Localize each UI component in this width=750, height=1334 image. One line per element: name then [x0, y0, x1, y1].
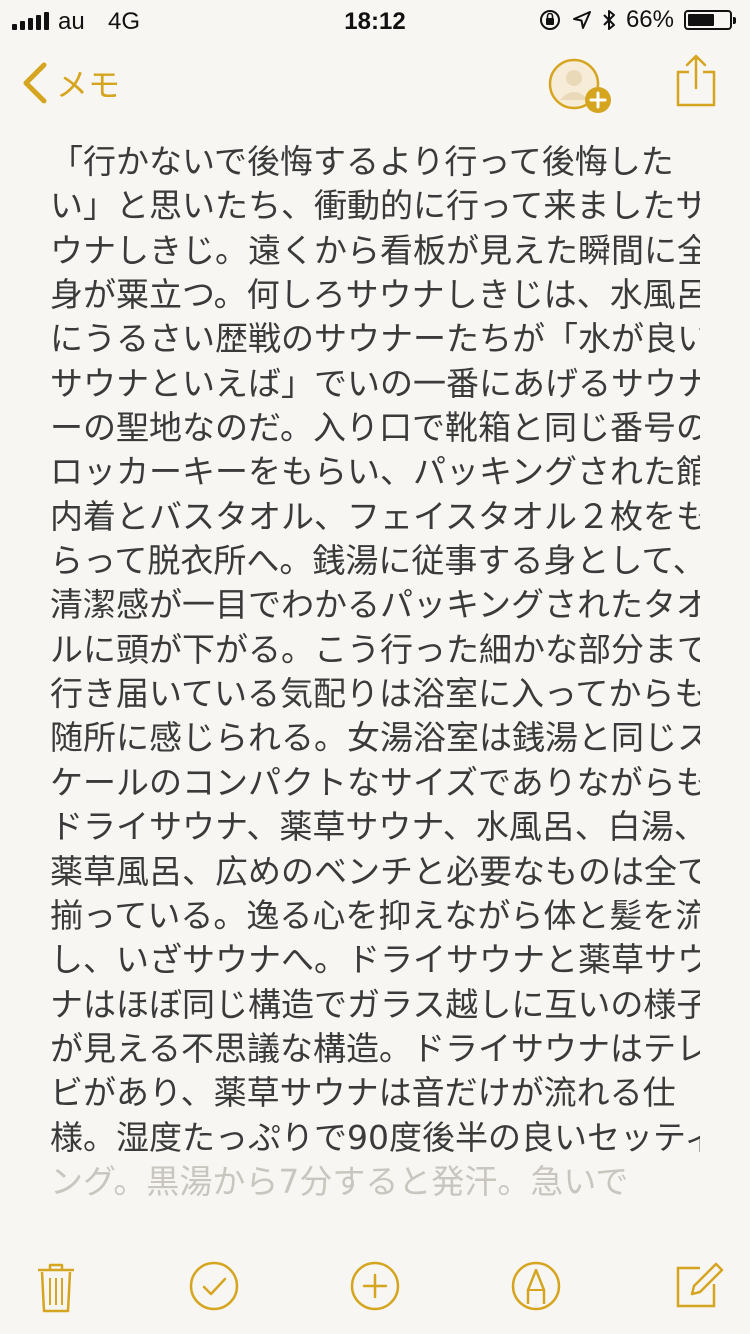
- plus-circle-icon: [350, 1261, 400, 1311]
- back-button[interactable]: メモ: [20, 60, 120, 106]
- note-line: が見える不思議な構造。ドライサウナはテレ: [50, 1028, 700, 1068]
- note-line-behind-toolbar: ング。黒湯から7分すると発汗。急いで: [50, 1161, 629, 1201]
- chevron-left-icon: [23, 62, 47, 104]
- add-button[interactable]: [349, 1260, 401, 1316]
- status-bar: au 4G 18:12 66%: [0, 0, 750, 40]
- back-label: メモ: [56, 67, 121, 103]
- share-icon: [676, 54, 716, 107]
- note-line: い」と思いたち、衝動的に行って来ましたサ: [50, 186, 700, 226]
- compose-icon: [676, 1262, 724, 1308]
- pen-circle-icon: [511, 1261, 561, 1311]
- add-person-icon: [548, 58, 611, 113]
- note-line: 様。湿度たっぷりで90度後半の良いセッティ: [50, 1117, 700, 1157]
- note-line: ナはほぼ同じ構造でガラス越しに互いの様子: [50, 984, 700, 1024]
- rotation-lock-icon: [539, 10, 560, 30]
- bottom-toolbar: [0, 1250, 750, 1334]
- location-arrow-icon: [572, 11, 591, 29]
- note-line: 清潔感が一目でわかるパッキングされたタオ: [50, 585, 700, 625]
- battery-percent: 66%: [625, 6, 674, 33]
- checkmark-circle-icon: [189, 1261, 239, 1311]
- sketch-button[interactable]: [510, 1260, 562, 1316]
- navigation-bar: メモ: [0, 48, 750, 128]
- note-line: サウナといえば」でいの一番にあげるサウナ: [50, 363, 700, 403]
- trash-icon: [38, 1263, 74, 1313]
- bluetooth-icon: [603, 10, 615, 30]
- share-button[interactable]: [674, 54, 718, 112]
- note-body[interactable]: 「行かないで後悔するより行って後悔した い」と思いたち、衝動的に行って来ましたサウ…: [50, 140, 700, 1250]
- note-line: ロッカーキーをもらい、パッキングされた館: [50, 452, 700, 492]
- note-line: にうるさい歴戦のサウナーたちが「水が良い: [50, 319, 700, 359]
- note-line: ーの聖地なのだ。入り口で靴箱と同じ番号の: [50, 408, 700, 448]
- note-line: ウナしきじ。遠くから看板が見えた瞬間に全: [50, 230, 700, 270]
- note-line: ドライサウナ、薬草サウナ、水風呂、白湯、: [50, 807, 700, 847]
- note-line: 行き届いている気配りは浴室に入ってからも: [50, 674, 700, 714]
- note-line: 「行かないで後悔するより行って後悔した: [50, 142, 674, 181]
- note-line: ルに頭が下がる。こう行った細かな部分まで: [50, 629, 700, 669]
- battery-icon: [684, 10, 736, 30]
- note-line: ケールのコンパクトなサイズでありながらも: [50, 762, 700, 802]
- checklist-button[interactable]: [188, 1260, 240, 1316]
- note-line: らって脱衣所へ。銭湯に従事する身として、: [50, 541, 700, 581]
- add-person-button[interactable]: [548, 56, 614, 122]
- note-line: ビがあり、薬草サウナは音だけが流れる仕: [50, 1073, 676, 1113]
- delete-button[interactable]: [36, 1262, 76, 1318]
- note-line: 内着とバスタオル、フェイスタオル２枚をも: [50, 496, 700, 536]
- note-line: 身が粟立つ。何しろサウナしきじは、水風呂: [50, 275, 700, 315]
- note-line: 随所に感じられる。女湯浴室は銭湯と同じス: [50, 718, 700, 758]
- battery-level-fill: [688, 14, 714, 26]
- note-line: 薬草風呂、広めのベンチと必要なものは全て: [50, 851, 700, 891]
- note-line: し、いざサウナへ。ドライサウナと薬草サウ: [50, 940, 700, 980]
- note-line: 揃っている。逸る心を抑えながら体と髪を流: [50, 895, 700, 935]
- compose-button[interactable]: [674, 1258, 724, 1314]
